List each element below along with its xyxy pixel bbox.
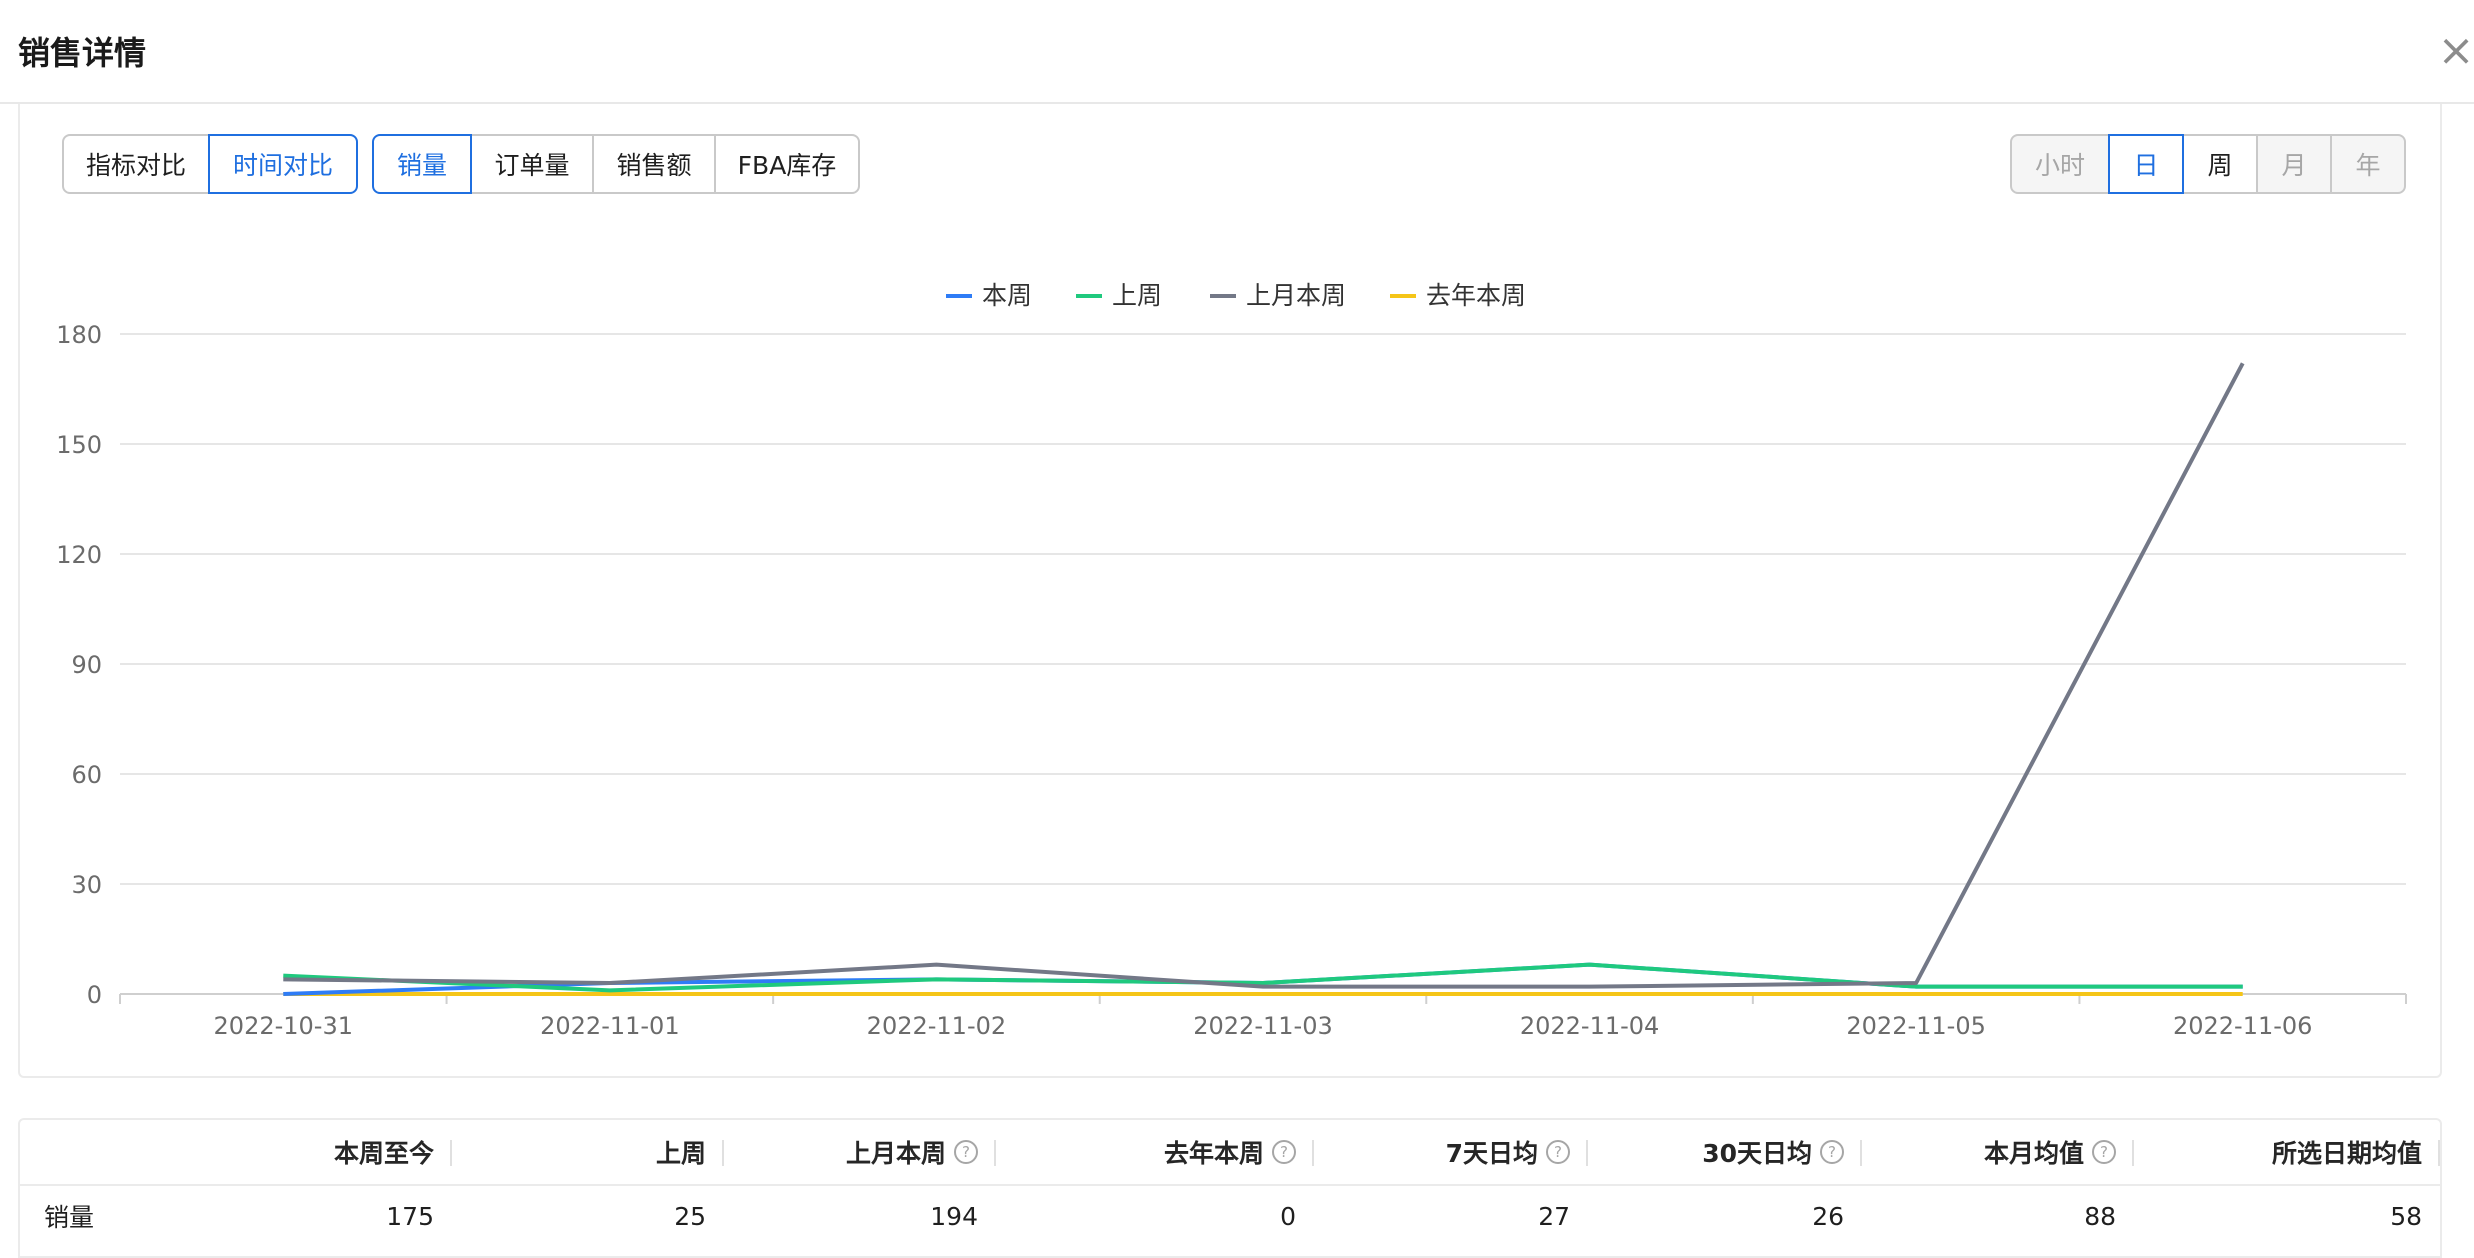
help-icon[interactable]: ? xyxy=(1820,1140,1844,1164)
compare-time-button[interactable]: 时间对比 xyxy=(208,134,358,194)
y-tick-label: 150 xyxy=(56,431,102,459)
cell-7day-avg: 27 xyxy=(1538,1201,1570,1231)
close-icon[interactable]: × xyxy=(2436,26,2474,76)
header-selected-avg: 所选日期均值 xyxy=(2134,1120,2440,1184)
x-tick-label: 2022-10-31 xyxy=(214,1012,353,1040)
x-tick-label: 2022-11-03 xyxy=(1193,1012,1332,1040)
legend-label: 上月本周 xyxy=(1246,281,1346,310)
header-last-month-week: 上月本周? xyxy=(724,1120,996,1184)
help-icon[interactable]: ? xyxy=(1546,1140,1570,1164)
y-tick-label: 0 xyxy=(87,981,102,1009)
summary-table: 本周至今 上周 上月本周? 去年本周? 7天日均? 30天日均? 本月均值? 所… xyxy=(18,1118,2442,1258)
help-icon[interactable]: ? xyxy=(954,1140,978,1164)
series-line-2 xyxy=(283,362,2245,989)
cell-week-to-date: 175 xyxy=(386,1201,434,1231)
x-tick-label: 2022-11-01 xyxy=(540,1012,679,1040)
header-last-year-week: 去年本周? xyxy=(996,1120,1314,1184)
y-tick-label: 180 xyxy=(56,321,102,349)
legend-label: 上周 xyxy=(1112,281,1162,310)
table-header-row: 本周至今 上周 上月本周? 去年本周? 7天日均? 30天日均? 本月均值? 所… xyxy=(20,1120,2440,1186)
cell-last-year-week: 0 xyxy=(1280,1201,1296,1231)
help-icon[interactable]: ? xyxy=(1272,1140,1296,1164)
y-tick-label: 120 xyxy=(56,541,102,569)
x-tick-label: 2022-11-05 xyxy=(1846,1012,1985,1040)
granularity-day[interactable]: 日 xyxy=(2108,134,2184,194)
dialog-header: 销售详情 × xyxy=(0,0,2474,104)
metric-tab-sales-qty[interactable]: 销量 xyxy=(372,134,472,194)
y-tick-label: 30 xyxy=(71,871,102,899)
y-tick-label: 90 xyxy=(71,651,102,679)
header-7day-avg: 7天日均? xyxy=(1314,1120,1588,1184)
sales-line-chart: 0 30 60 90 120 150 180 2022-10-31 2022-11-01 2022… xyxy=(56,281,2407,1040)
x-tick-label: 2022-11-02 xyxy=(867,1012,1006,1040)
header-month-avg: 本月均值? xyxy=(1862,1120,2134,1184)
x-tick-label: 2022-11-06 xyxy=(2173,1012,2312,1040)
y-tick-label: 60 xyxy=(71,761,102,789)
legend-label: 本周 xyxy=(982,281,1032,310)
cell-selected-avg: 58 xyxy=(2390,1201,2422,1231)
help-icon[interactable]: ? xyxy=(2092,1140,2116,1164)
chart-card: 指标对比 时间对比 销量 订单量 销售额 FBA库存 小时 日 周 月 年 03… xyxy=(18,104,2442,1078)
cell-last-week: 25 xyxy=(674,1201,706,1231)
header-30day-avg: 30天日均? xyxy=(1588,1120,1862,1184)
header-last-week: 上周 xyxy=(452,1120,724,1184)
cell-last-month-week: 194 xyxy=(930,1201,978,1231)
x-tick-label: 2022-11-04 xyxy=(1520,1012,1659,1040)
table-row: 销量 175 25 194 0 27 26 88 58 xyxy=(20,1184,2440,1248)
cell-30day-avg: 26 xyxy=(1812,1201,1844,1231)
legend-label: 去年本周 xyxy=(1426,281,1526,310)
header-week-to-date: 本周至今 xyxy=(20,1120,452,1184)
dialog-title: 销售详情 xyxy=(18,34,147,72)
cell-month-avg: 88 xyxy=(2084,1201,2116,1231)
